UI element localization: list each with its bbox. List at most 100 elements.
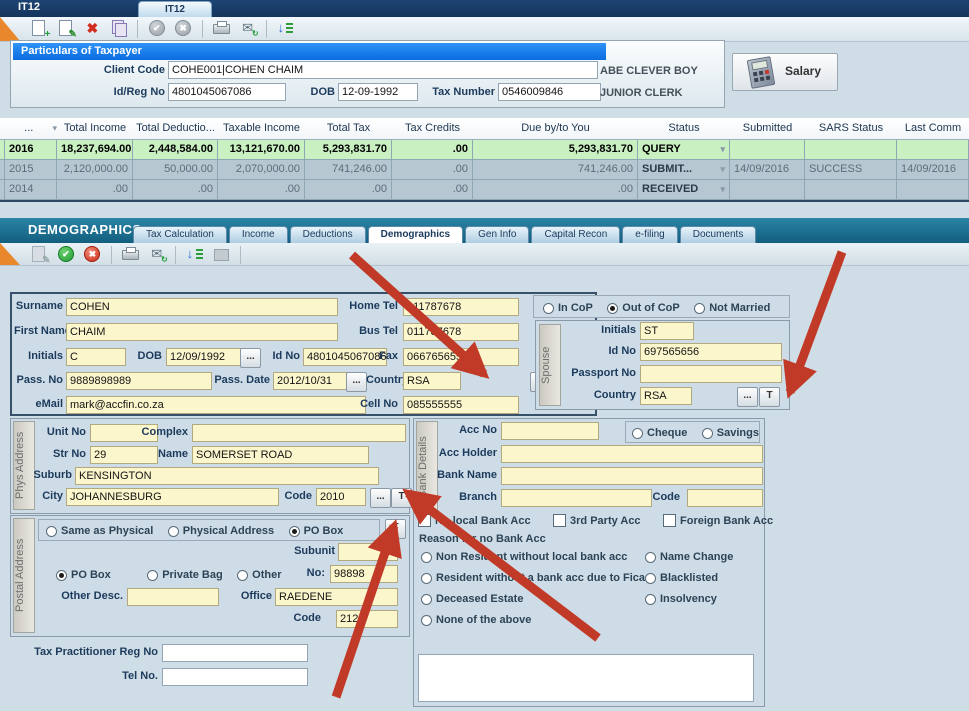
id-reg-field[interactable]: 4801045067086	[168, 83, 286, 101]
tab-deductions[interactable]: Deductions	[290, 226, 366, 243]
col-status[interactable]: Status	[638, 118, 730, 140]
country-field[interactable]: RSA	[403, 372, 461, 390]
blacklisted-radio[interactable]	[645, 573, 656, 584]
send-email-icon[interactable]: ✉↻	[148, 245, 166, 263]
pass-date-picker-button[interactable]: ...	[346, 372, 367, 392]
email-field[interactable]: mark@accfin.co.za	[66, 396, 366, 414]
grid-row-2014[interactable]: 2014 .00 .00 .00 .00 .00 .00 ▾RECEIVED	[0, 180, 969, 200]
grid-row-2015[interactable]: 2015 2,120,000.00 50,000.00 2,070,000.00…	[0, 160, 969, 180]
pass-no-field[interactable]: 9889898989	[66, 372, 212, 390]
complex-name-field[interactable]: SOMERSET ROAD	[192, 446, 369, 464]
edit-record-icon[interactable]: ✎	[57, 19, 75, 37]
none-of-above-radio[interactable]	[421, 615, 432, 626]
bank-name-field[interactable]	[501, 467, 763, 485]
complex-field[interactable]	[192, 424, 406, 442]
col-due[interactable]: Due by/to You	[473, 118, 638, 140]
phys-address-t-button[interactable]: T	[391, 488, 412, 508]
dob-field[interactable]: 12-09-1992	[338, 83, 418, 101]
other-box-radio[interactable]	[237, 570, 248, 581]
accept-icon[interactable]: ✔	[57, 245, 75, 263]
col-taxable-income[interactable]: Taxable Income	[218, 118, 305, 140]
import-export-icon[interactable]: ↓	[186, 245, 204, 263]
col-submitted[interactable]: Submitted	[730, 118, 805, 140]
print-icon[interactable]	[121, 245, 139, 263]
private-bag-radio[interactable]	[147, 570, 158, 581]
col-total-tax[interactable]: Total Tax	[305, 118, 392, 140]
same-as-physical-radio[interactable]	[46, 526, 57, 537]
non-resident-radio[interactable]	[421, 552, 432, 563]
in-cop-radio[interactable]	[543, 303, 554, 314]
home-tel-field[interactable]: 011787678	[403, 298, 519, 316]
tax-number-field[interactable]: 0546009846	[498, 83, 601, 101]
cell-no-field[interactable]: 085555555	[403, 396, 519, 414]
acc-no-field[interactable]	[501, 422, 599, 440]
import-export-icon[interactable]: ↓	[276, 19, 294, 37]
tab-capital-recon[interactable]: Capital Recon	[531, 226, 620, 243]
postal-t-button[interactable]: T	[385, 519, 406, 539]
fax-field[interactable]: 066765655	[403, 348, 519, 366]
col-total-income[interactable]: Total Income	[57, 118, 133, 140]
postal-code-field[interactable]: 212	[336, 610, 398, 628]
bank-notes-field[interactable]	[418, 654, 754, 702]
branch-code-field[interactable]	[687, 489, 763, 507]
po-box-radio[interactable]	[56, 570, 67, 581]
initials-field[interactable]: C	[66, 348, 126, 366]
col-years[interactable]: ... ▾	[5, 118, 57, 140]
send-email-icon[interactable]: ✉↻	[239, 19, 257, 37]
status-dropdown[interactable]: ▾SUBMIT...	[638, 160, 730, 180]
suburb-field[interactable]: KENSINGTON	[75, 467, 379, 485]
cheque-radio[interactable]	[632, 428, 643, 439]
bus-tel-field[interactable]: 011787678	[403, 323, 519, 341]
print-icon[interactable]	[212, 19, 230, 37]
out-of-cop-radio[interactable]	[607, 303, 618, 314]
deceased-estate-radio[interactable]	[421, 594, 432, 605]
no-local-bank-acc-checkbox[interactable]	[418, 514, 431, 527]
salary-button[interactable]: Salary	[732, 53, 838, 91]
spouse-passport-field[interactable]	[640, 365, 782, 383]
subunit-field[interactable]	[338, 543, 398, 561]
spouse-country-t-button[interactable]: T	[759, 387, 780, 407]
tab-demographics[interactable]: Demographics	[368, 226, 463, 243]
tab-gen-info[interactable]: Gen Info	[465, 226, 529, 243]
col-tax-credits[interactable]: Tax Credits	[392, 118, 473, 140]
acc-holder-field[interactable]	[501, 445, 763, 463]
tab-documents[interactable]: Documents	[680, 226, 757, 243]
savings-radio[interactable]	[702, 428, 713, 439]
resident-fica-radio[interactable]	[421, 573, 432, 584]
third-party-acc-checkbox[interactable]	[553, 514, 566, 527]
practitioner-reg-field[interactable]	[162, 644, 308, 662]
dob-picker-button[interactable]: ...	[240, 348, 261, 368]
col-last-comm[interactable]: Last Comm	[897, 118, 969, 140]
col-sars-status[interactable]: SARS Status	[805, 118, 897, 140]
delete-record-icon[interactable]: ✖	[83, 19, 101, 37]
city-field[interactable]: JOHANNESBURG	[66, 488, 279, 506]
other-desc-field[interactable]	[127, 588, 219, 606]
not-married-radio[interactable]	[694, 303, 705, 314]
physical-address-radio[interactable]	[168, 526, 179, 537]
office-field[interactable]: RAEDENE	[275, 588, 398, 606]
tab-tax-calculation[interactable]: Tax Calculation	[133, 226, 227, 243]
status-dropdown[interactable]: ▾QUERY	[638, 140, 730, 160]
tab-it12[interactable]: IT12	[138, 1, 212, 18]
status-dropdown[interactable]: ▾RECEIVED	[638, 180, 730, 200]
copy-record-icon[interactable]	[110, 19, 128, 37]
tab-income[interactable]: Income	[229, 226, 288, 243]
spouse-country-lookup-button[interactable]: ...	[737, 387, 758, 407]
name-change-radio[interactable]	[645, 552, 656, 563]
cancel-icon[interactable]: ✖	[83, 245, 101, 263]
box-no-field[interactable]: 98898	[330, 565, 398, 583]
foreign-bank-acc-checkbox[interactable]	[663, 514, 676, 527]
first-name-field[interactable]: CHAIM	[66, 323, 338, 341]
branch-field[interactable]	[501, 489, 652, 507]
practitioner-tel-field[interactable]	[162, 668, 308, 686]
new-record-icon[interactable]: +	[30, 19, 48, 37]
insolvency-radio[interactable]	[645, 594, 656, 605]
col-total-deduction[interactable]: Total Deductio...	[133, 118, 218, 140]
client-code-field[interactable]: COHE001|COHEN CHAIM	[168, 61, 598, 79]
po-box-type-radio[interactable]	[289, 526, 300, 537]
phys-address-lookup-button[interactable]: ...	[370, 488, 391, 508]
phys-code-field[interactable]: 2010	[316, 488, 366, 506]
spouse-id-field[interactable]: 697565656	[640, 343, 782, 361]
surname-field[interactable]: COHEN	[66, 298, 338, 316]
pass-date-field[interactable]: 2012/10/31	[273, 372, 351, 390]
